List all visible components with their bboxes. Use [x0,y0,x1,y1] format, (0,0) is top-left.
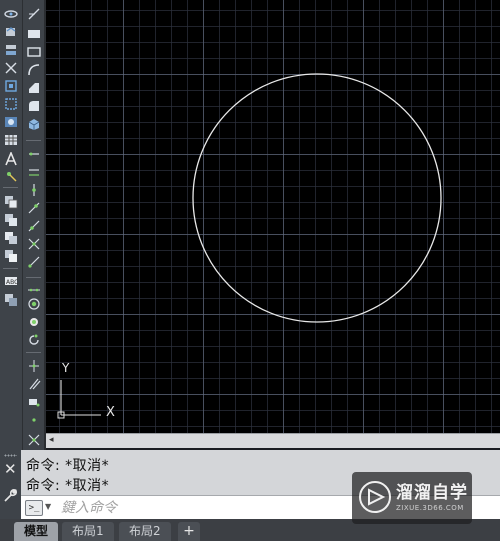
copy-icon[interactable] [2,194,19,209]
join-icon[interactable] [25,254,42,269]
box-3d-icon[interactable] [25,116,42,131]
command-history-line: 命令: *取消* [26,478,110,494]
watermark-subtitle: ZIXUE.3D66.COM [396,504,464,512]
display-icon[interactable]: ABC [2,274,19,289]
ucs-icon: Y X [57,361,115,420]
toolbar-panel: ABC [0,0,46,450]
tab-model[interactable]: 模型 [14,522,59,541]
snap-icon[interactable] [25,182,42,197]
node-icon[interactable] [25,296,42,311]
extend-icon[interactable] [25,218,42,233]
block-icon[interactable] [2,292,19,307]
palette-icon[interactable] [2,248,19,263]
select-window-icon[interactable] [2,96,19,111]
move-icon[interactable] [2,212,19,227]
toolbar-column-modify [22,0,44,450]
wrench-icon[interactable] [3,488,18,507]
dimension-icon[interactable] [25,146,42,161]
center-mark-icon[interactable] [25,282,42,297]
rotate-icon[interactable] [25,332,42,347]
point-icon[interactable] [2,168,19,183]
watermark-logo-icon [358,480,392,518]
zoom-icon[interactable] [2,114,19,129]
tab-layout2[interactable]: 布局2 [119,522,171,541]
scroll-left-icon[interactable]: ◂ [49,435,54,445]
canvas-drawing: Y X [57,73,442,420]
parallel-icon[interactable] [25,358,42,373]
horizontal-scrollbar[interactable]: ◂ [46,433,500,448]
chevron-down-icon[interactable]: ▼ [45,502,51,511]
mirror-icon[interactable] [25,376,42,391]
toolbar-column-draw: ABC [0,0,21,450]
break-icon[interactable] [25,236,42,251]
region-icon[interactable] [2,78,19,93]
add-tab-button[interactable]: + [178,522,200,541]
chamfer-icon[interactable] [25,98,42,113]
grip-icon[interactable] [4,454,17,457]
ucs-y-label: Y [61,361,70,375]
layers-icon[interactable] [2,42,19,57]
close-icon[interactable]: ✕ [4,462,17,477]
command-input[interactable] [61,498,321,517]
scale-icon[interactable] [25,432,42,447]
drawn-circle[interactable] [192,73,442,323]
stack-icon[interactable] [2,230,19,245]
command-prompt-icon[interactable]: >_ [25,500,43,516]
svg-text:ABC: ABC [6,279,18,286]
stretch-icon[interactable] [25,314,42,329]
ucs-x-label: X [106,405,115,420]
trim-icon[interactable] [25,200,42,215]
command-panel-handle[interactable]: ✕ [0,450,21,519]
table-icon[interactable] [2,132,19,147]
offset-icon[interactable] [25,164,42,179]
watermark: 溜溜自学 ZIXUE.3D66.COM [352,472,472,524]
rectangle-icon[interactable] [25,26,42,41]
line-icon[interactable] [2,60,19,75]
explode-icon[interactable] [25,394,42,409]
orbit-icon[interactable] [2,6,19,21]
polygon-icon[interactable] [25,44,42,59]
text-icon[interactable] [2,151,19,166]
drawing-canvas[interactable]: Y X [46,0,500,433]
fillet-icon[interactable] [25,80,42,95]
arc-icon[interactable] [25,62,42,77]
undo-icon[interactable] [2,24,19,39]
watermark-title: 溜溜自学 [396,483,468,503]
command-history-line: 命令: *取消* [26,458,110,474]
node-snap-icon[interactable] [25,412,42,427]
tab-layout1[interactable]: 布局1 [62,522,114,541]
construction-line-icon[interactable] [25,6,42,21]
